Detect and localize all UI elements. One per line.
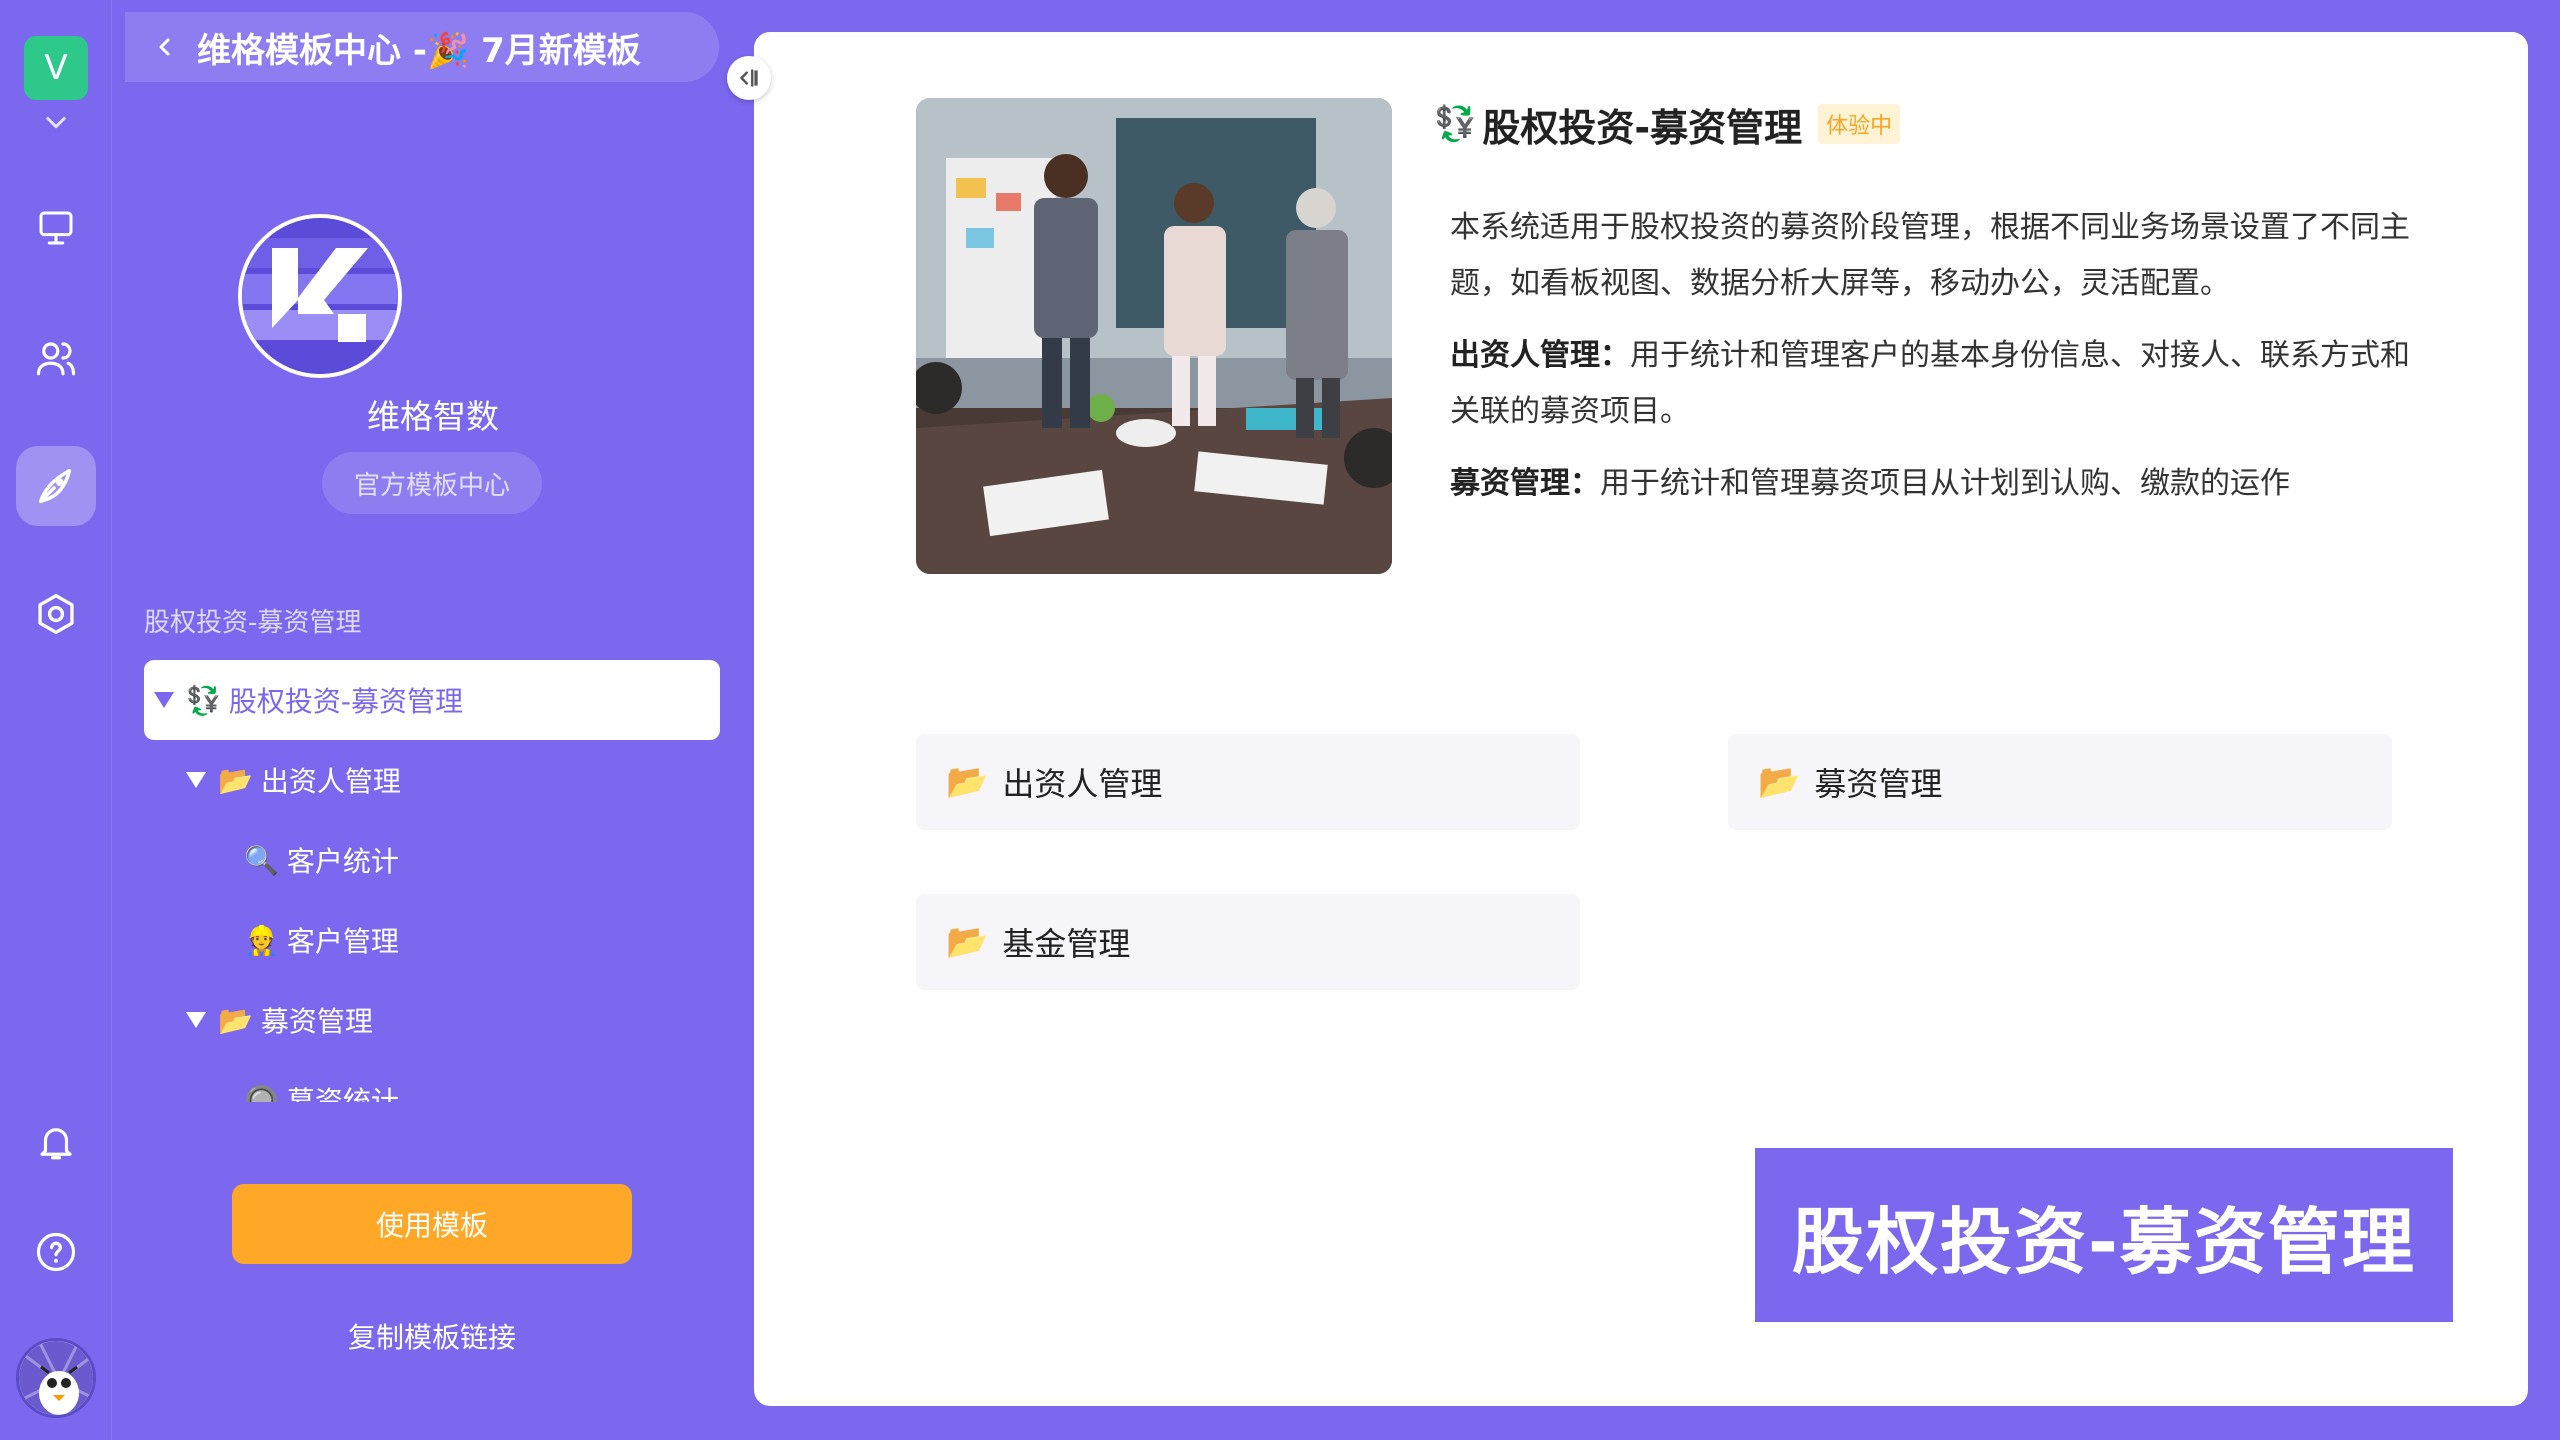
tree-node-label: 客户管理 — [286, 925, 399, 958]
user-avatar[interactable] — [16, 1338, 96, 1418]
folder-icon: 📂 — [218, 1003, 253, 1037]
template-detail: 💱 股权投资-募资管理 体验中 本系统适用于股权投资的募资阶段管理，根据不同业务… — [754, 32, 2528, 1406]
folder-icon: 📂 — [946, 922, 989, 962]
template-name-banner: 股权投资-募资管理 — [1755, 1148, 2453, 1322]
exchange-icon: 💱 — [1434, 104, 1477, 144]
bell-icon[interactable] — [24, 1110, 88, 1174]
settings-hex-icon[interactable] — [24, 582, 88, 646]
tree-node-customer-manage[interactable]: 👷 客户管理 — [144, 900, 720, 980]
collapse-icon — [740, 69, 758, 87]
tree-node-customer-stats[interactable]: 🔍 客户统计 — [144, 820, 720, 900]
tree-node-label: 募资管理 — [260, 1005, 373, 1038]
tree-node-label: 客户统计 — [286, 845, 399, 878]
expand-triangle-icon[interactable] — [186, 1012, 206, 1028]
description-item-label: 募资管理 — [1450, 466, 1570, 501]
exchange-icon: 💱 — [186, 683, 221, 717]
description-intro: 本系统适用于股权投资的募资阶段管理，根据不同业务场景设置了不同主题，如看板视图、… — [1450, 210, 2410, 301]
template-center-icon[interactable] — [16, 446, 96, 526]
use-template-button[interactable]: 使用模板 — [232, 1184, 632, 1264]
template-description: 本系统适用于股权投资的募资阶段管理，根据不同业务场景设置了不同主题，如看板视图、… — [1450, 200, 2414, 600]
description-item: 募资管理：用于统计和管理募资项目从计划到认购、缴款的运作 — [1450, 466, 2290, 501]
folder-icon: 📂 — [1758, 762, 1801, 802]
collapse-sidebar-button[interactable] — [727, 56, 771, 100]
section-label: 股权投资-募资管理 — [144, 608, 362, 638]
description-item: 出资人管理：用于统计和管理客户的基本身份信息、对接人、联系方式和关联的募资项目。 — [1450, 338, 2410, 429]
people-icon[interactable] — [24, 326, 88, 390]
desktop-icon[interactable] — [24, 196, 88, 260]
radio-icon: 🔘 — [244, 1083, 279, 1103]
copy-template-link[interactable]: 复制模板链接 — [232, 1316, 632, 1356]
chevron-down-icon[interactable] — [42, 108, 70, 136]
org-name: 维格智数 — [367, 397, 499, 436]
tree-node-fundraising-stats[interactable]: 🔘 募资统计 — [144, 1060, 720, 1103]
description-item-text: 用于统计和管理募资项目从计划到认购、缴款的运作 — [1600, 466, 2290, 501]
template-title: 股权投资-募资管理 — [1482, 105, 1803, 150]
sidebar-title: 维格模板中心 -🎉 7月新模板 — [197, 30, 641, 71]
help-icon[interactable] — [24, 1220, 88, 1284]
tree-node-root[interactable]: 💱 股权投资-募资管理 — [144, 660, 720, 740]
folder-icon: 📂 — [218, 763, 253, 797]
back-chevron-icon[interactable] — [153, 35, 177, 59]
expand-triangle-icon[interactable] — [154, 692, 174, 708]
space-avatar[interactable]: V — [24, 36, 88, 100]
status-badge: 体验中 — [1818, 104, 1901, 144]
tree-folder-investor[interactable]: 📂 出资人管理 — [144, 740, 720, 820]
folder-card-investor[interactable]: 📂 出资人管理 — [916, 734, 1580, 830]
expand-triangle-icon[interactable] — [186, 772, 206, 788]
template-title-row: 💱 股权投资-募资管理 体验中 — [1434, 96, 1901, 152]
worker-icon: 👷 — [244, 923, 279, 957]
folder-label: 基金管理 — [1002, 925, 1131, 963]
tree-node-label: 股权投资-募资管理 — [228, 685, 463, 718]
tree-folder-fundraising[interactable]: 📂 募资管理 — [144, 980, 720, 1060]
sidebar-header: 维格模板中心 -🎉 7月新模板 — [125, 12, 719, 82]
template-cover-image — [916, 98, 1392, 574]
tree-node-label: 募资统计 — [286, 1085, 399, 1102]
folder-label: 募资管理 — [1814, 765, 1943, 803]
template-tree: 💱 股权投资-募资管理 📂 出资人管理 🔍 客户统计 👷 客户管理 📂 募资管理… — [144, 660, 720, 1102]
folder-icon: 📂 — [946, 762, 989, 802]
folder-card-fund[interactable]: 📂 基金管理 — [916, 894, 1580, 990]
org-logo — [238, 214, 402, 378]
org-tag[interactable]: 官方模板中心 — [322, 452, 542, 514]
folder-label: 出资人管理 — [1002, 765, 1163, 803]
icon-rail: V — [0, 0, 112, 1440]
magnifier-icon: 🔍 — [244, 843, 279, 877]
description-item-label: 出资人管理 — [1450, 338, 1600, 373]
tree-node-label: 出资人管理 — [260, 765, 401, 798]
folder-card-fundraising[interactable]: 📂 募资管理 — [1728, 734, 2392, 830]
